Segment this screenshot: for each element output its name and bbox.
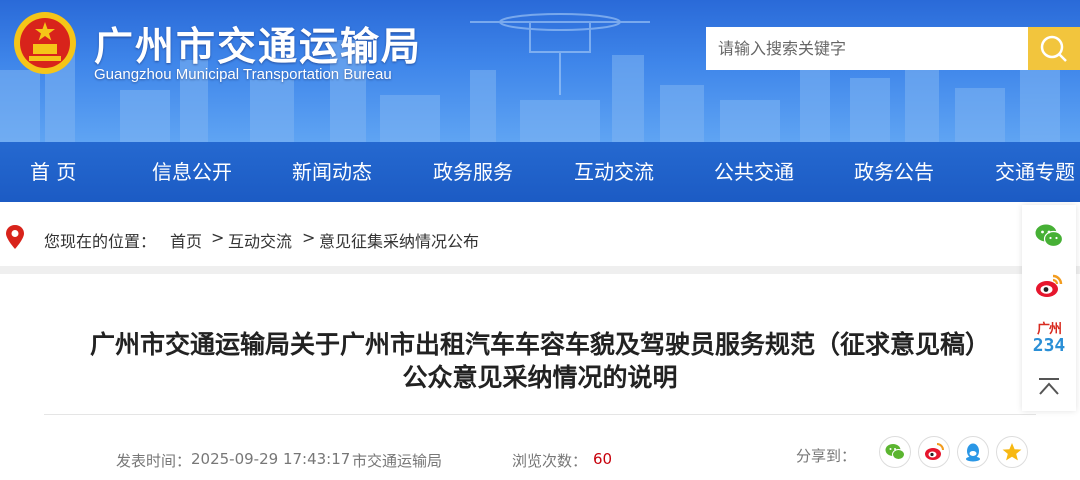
breadcrumb: 您现在的位置： 首页 > 互动交流 > 意见征集采纳情况公布 <box>0 202 1080 274</box>
share-weibo-button[interactable] <box>918 436 950 468</box>
breadcrumb-separator: > <box>302 228 316 247</box>
nav-item-news[interactable]: 新闻动态 <box>292 142 372 202</box>
article-source: 市交通运输局 <box>352 452 443 470</box>
breadcrumb-separator: > <box>211 228 225 247</box>
main-nav: 首 页 信息公开 新闻动态 政务服务 互动交流 公共交通 政务公告 交通专题 <box>0 142 1080 202</box>
nav-item-gov-services[interactable]: 政务服务 <box>433 142 513 202</box>
breadcrumb-current[interactable]: 意见征集采纳情况公布 <box>319 228 479 252</box>
share-wechat-button[interactable] <box>879 436 911 468</box>
views-label: 浏览次数： <box>512 452 588 470</box>
nav-item-transport-topics[interactable]: 交通专题 <box>995 142 1075 202</box>
search-input[interactable] <box>706 27 1028 70</box>
site-title: 广州市交通运输局 <box>94 25 423 70</box>
float-guangzhou-234-button[interactable]: 广州 234 <box>1022 313 1076 363</box>
breadcrumb-home[interactable]: 首页 <box>170 228 202 252</box>
wechat-icon <box>1035 224 1064 248</box>
page: 广州市交通运输局 Guangzhou Municipal Transportat… <box>0 0 1080 480</box>
qzone-icon <box>1002 443 1022 461</box>
article-title: 广州市交通运输局关于广州市出租汽车车容车貌及驾驶员服务规范（征求意见稿） 公众意… <box>0 328 1080 394</box>
qq-icon <box>966 443 980 462</box>
publish-time: 2025-09-29 17:43:17 <box>191 450 351 468</box>
search-icon <box>1040 35 1067 62</box>
article-title-line2: 公众意见采纳情况的说明 <box>402 363 678 392</box>
location-pin-icon <box>6 225 24 249</box>
article: 广州市交通运输局关于广州市出租汽车车容车貌及驾驶员服务规范（征求意见稿） 公众意… <box>0 274 1080 480</box>
share-label: 分享到： <box>796 447 857 465</box>
publish-time-label: 发表时间： <box>116 452 192 470</box>
header-banner: 广州市交通运输局 Guangzhou Municipal Transportat… <box>0 0 1080 142</box>
weibo-icon <box>1036 274 1063 297</box>
back-to-top-button[interactable] <box>1022 367 1076 407</box>
share-qq-button[interactable] <box>957 436 989 468</box>
nav-item-interaction[interactable]: 互动交流 <box>574 142 654 202</box>
breadcrumb-prefix: 您现在的位置： <box>44 232 157 251</box>
article-title-line1: 广州市交通运输局关于广州市出租汽车车容车貌及驾驶员服务规范（征求意见稿） <box>89 330 990 359</box>
guangzhou-234-badge: 广州 234 <box>1032 322 1066 356</box>
badge-number: 234 <box>1032 335 1066 356</box>
breadcrumb-interaction[interactable]: 互动交流 <box>228 228 292 252</box>
share-qzone-button[interactable] <box>996 436 1028 468</box>
section-divider <box>0 266 1080 274</box>
back-to-top-icon <box>1039 378 1059 395</box>
floating-sidebar: 广州 234 <box>1022 205 1076 411</box>
title-divider <box>44 414 1036 415</box>
wechat-icon <box>885 444 905 460</box>
nav-item-info-disclosure[interactable]: 信息公开 <box>152 142 232 202</box>
float-weibo-button[interactable] <box>1022 263 1076 309</box>
search-button[interactable] <box>1028 27 1080 70</box>
float-wechat-button[interactable] <box>1022 213 1076 259</box>
site-subtitle: Guangzhou Municipal Transportation Burea… <box>94 66 392 83</box>
national-emblem-logo <box>14 12 76 74</box>
weibo-icon <box>925 443 944 460</box>
nav-item-announcements[interactable]: 政务公告 <box>854 142 934 202</box>
nav-item-home[interactable]: 首 页 <box>30 142 76 202</box>
nav-item-public-transport[interactable]: 公共交通 <box>714 142 794 202</box>
views-count: 60 <box>593 450 613 468</box>
